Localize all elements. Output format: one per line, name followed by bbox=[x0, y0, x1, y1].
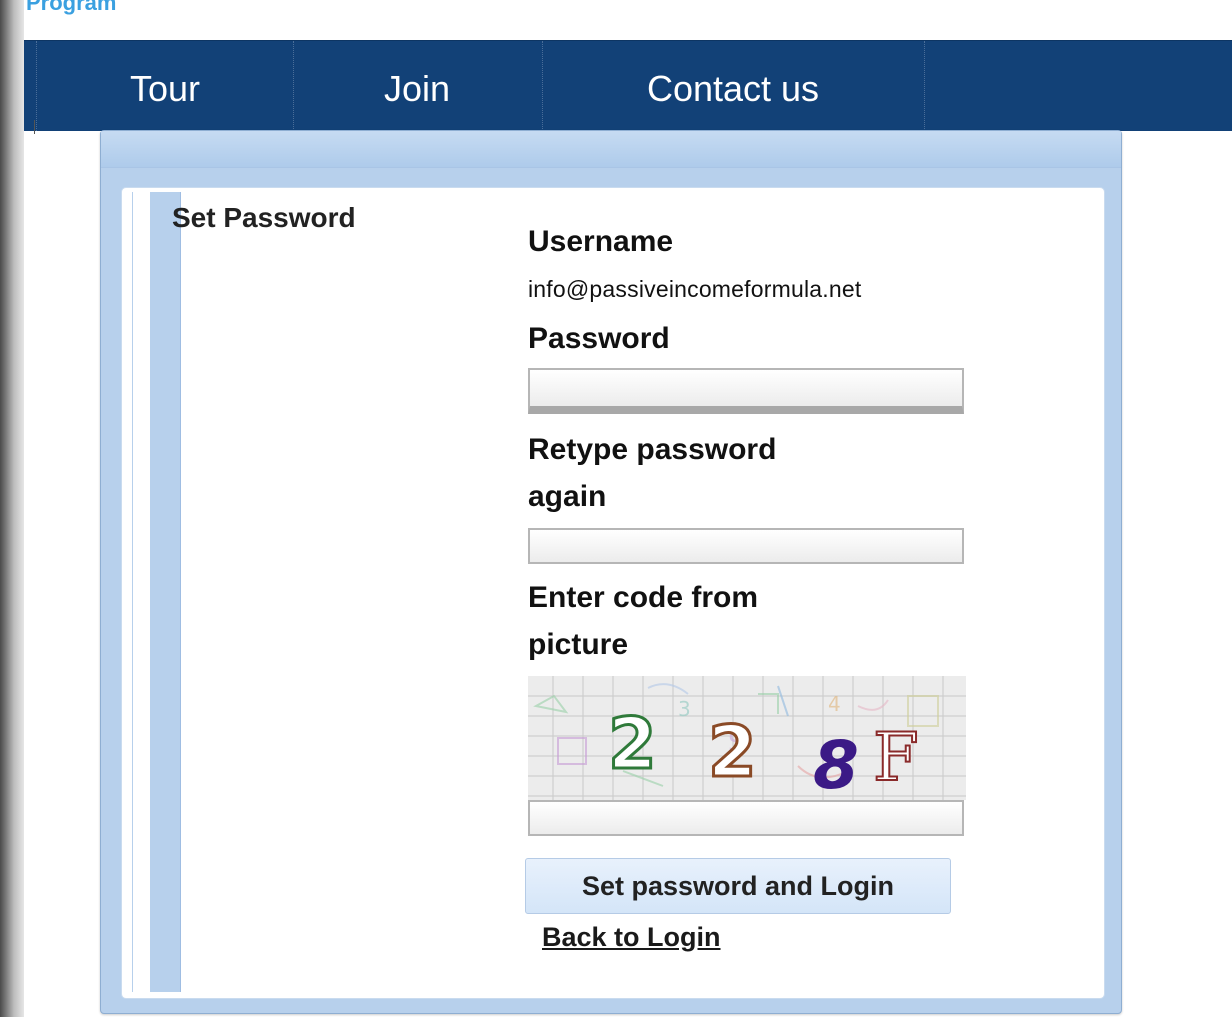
back-to-login-link[interactable]: Back to Login bbox=[542, 922, 721, 953]
password-input[interactable] bbox=[528, 368, 964, 414]
site-header: Program bbox=[24, 0, 1232, 40]
svg-text:3: 3 bbox=[678, 697, 691, 721]
svg-text:8: 8 bbox=[813, 727, 859, 800]
retype-password-label: Retype password again bbox=[528, 426, 776, 520]
retype-password-label-line1: Retype password bbox=[528, 433, 777, 466]
section-title: Set Password bbox=[172, 202, 356, 233]
set-password-panel: Set Password Username info@passiveincome… bbox=[100, 130, 1122, 1014]
retype-password-label-line2: again bbox=[528, 480, 607, 513]
captcha-label-line1: Enter code from bbox=[528, 581, 759, 614]
window-bezel bbox=[0, 0, 24, 1017]
svg-text:2: 2 bbox=[708, 711, 757, 793]
set-password-login-button[interactable]: Set password and Login bbox=[525, 858, 951, 914]
captcha-input[interactable] bbox=[528, 800, 964, 836]
svg-text:F: F bbox=[873, 719, 919, 796]
main-nav: Tour Join Contact us bbox=[24, 40, 1232, 131]
svg-text:4: 4 bbox=[828, 692, 841, 716]
captcha-label: Enter code from picture bbox=[528, 574, 758, 668]
svg-text:2: 2 bbox=[608, 703, 657, 785]
nav-item-contact-us[interactable]: Contact us bbox=[542, 41, 925, 131]
captcha-image: S 3 4 2 2 8 F bbox=[528, 676, 966, 800]
captcha-label-line2: picture bbox=[528, 628, 629, 661]
username-label: Username bbox=[528, 225, 674, 258]
nav-divider bbox=[34, 120, 35, 134]
password-label: Password bbox=[528, 322, 670, 355]
username-value: info@passiveincomeformula.net bbox=[528, 276, 862, 302]
panel-header bbox=[101, 131, 1121, 168]
site-brand[interactable]: Program bbox=[26, 0, 116, 16]
panel-content: Set Password Username info@passiveincome… bbox=[121, 187, 1105, 999]
panel-side-rail-accent bbox=[150, 192, 181, 992]
nav-item-join[interactable]: Join bbox=[292, 41, 543, 131]
retype-password-input[interactable] bbox=[528, 528, 964, 564]
nav-item-tour[interactable]: Tour bbox=[36, 41, 294, 131]
